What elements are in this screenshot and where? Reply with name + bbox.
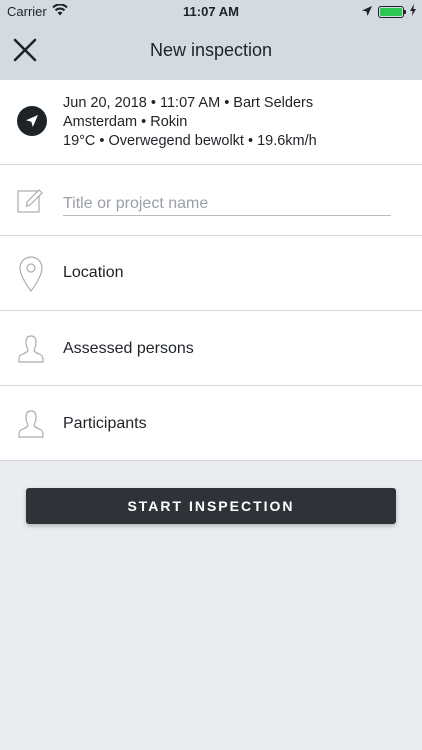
charging-bolt-icon	[410, 4, 416, 19]
start-inspection-button[interactable]: START INSPECTION	[26, 488, 396, 524]
location-row[interactable]: Location	[0, 236, 422, 311]
title-input[interactable]	[63, 192, 391, 216]
location-label: Location	[63, 264, 124, 281]
location-arrow-icon	[362, 4, 372, 19]
date-time-author: Jun 20, 2018 • 11:07 AM • Bart Selders	[63, 95, 314, 111]
participants-label: Participants	[63, 415, 147, 432]
status-bar: Carrier 11:07 AM	[0, 0, 422, 22]
status-time: 11:07 AM	[183, 4, 239, 19]
inspection-info-card: Jun 20, 2018 • 11:07 AM • Bart Selders A…	[0, 80, 422, 165]
participants-row[interactable]: Participants	[0, 386, 422, 461]
assessed-persons-row[interactable]: Assessed persons	[0, 311, 422, 386]
assessed-persons-label: Assessed persons	[63, 340, 194, 357]
battery-fill	[380, 7, 402, 16]
battery-icon	[378, 5, 406, 18]
edit-icon	[17, 187, 45, 218]
page-title: New inspection	[149, 40, 273, 60]
status-right	[362, 4, 416, 19]
navigation-bar: New inspection	[0, 22, 422, 80]
weather: 19°C • Overwegend bewolkt • 19.6km/h	[63, 133, 317, 149]
navigation-arrow-icon	[17, 106, 47, 136]
person-icon	[17, 409, 45, 444]
inspection-meta: Jun 20, 2018 • 11:07 AM • Bart Selders A…	[63, 94, 317, 151]
place: Amsterdam • Rokin	[63, 114, 188, 130]
person-icon	[17, 334, 45, 369]
location-pin-icon	[17, 255, 45, 298]
